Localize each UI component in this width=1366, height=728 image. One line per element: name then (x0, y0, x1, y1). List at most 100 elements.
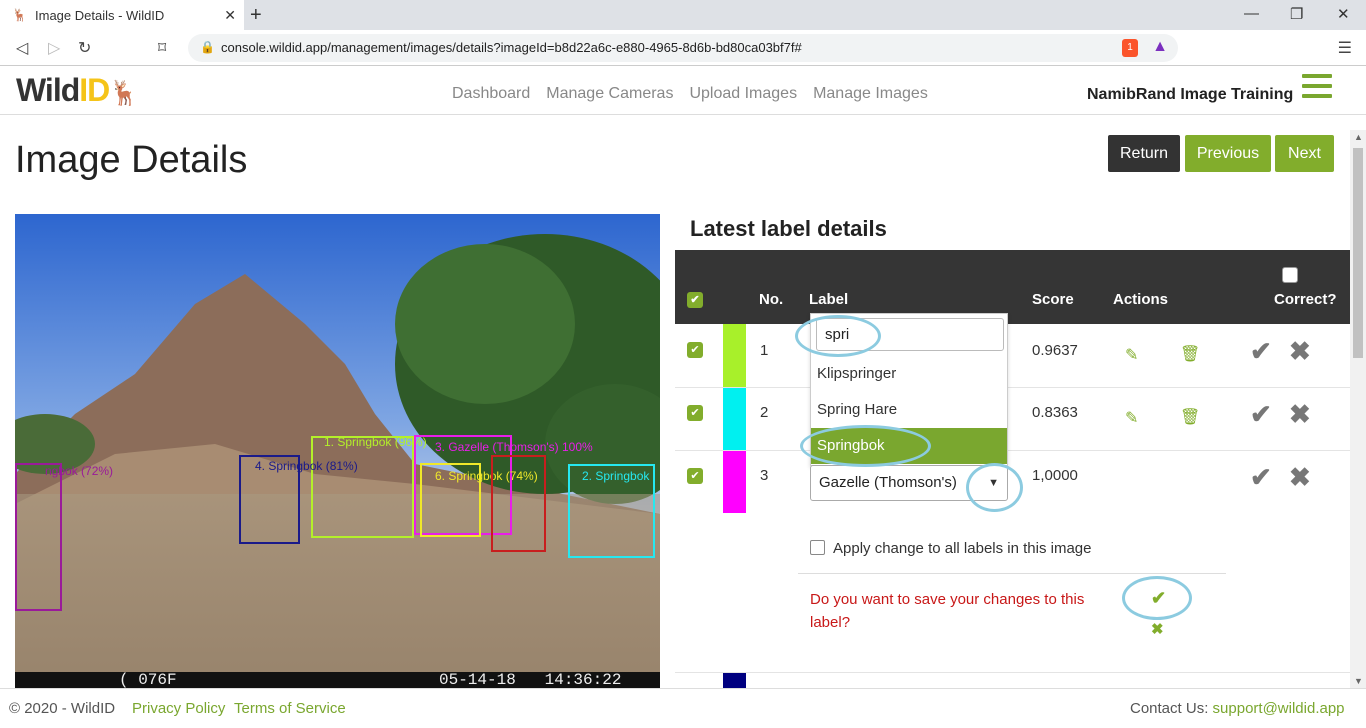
highlight-search (795, 315, 881, 357)
camera-trap-image[interactable]: 1. Springbok (96%) 2. Springbok 3. Gazel… (15, 214, 660, 688)
address-bar: ◁ ▷ ↻ ⌑ 🔒 console.wildid.app/management/… (0, 30, 1366, 66)
table-row: ✔ 1 0.9637 ✎ 🗑 ✔ ✖ (675, 324, 1350, 388)
copyright: © 2020 - WildID (9, 700, 116, 717)
bbox-1[interactable] (311, 436, 414, 538)
row-number: 2 (760, 404, 769, 421)
bbox-2-label: 2. Springbok (582, 469, 650, 483)
delete-icon[interactable]: 🗑 (1180, 344, 1200, 364)
forward-icon[interactable]: ▷ (48, 38, 60, 58)
cancel-save-x-icon[interactable]: ✖ (1151, 620, 1164, 638)
nav-dashboard[interactable]: Dashboard (452, 85, 530, 103)
divider (798, 573, 1226, 574)
col-score: Score (1032, 291, 1074, 308)
label-option-spring-hare[interactable]: Spring Hare (811, 392, 1007, 428)
logo-wild: Wild (16, 72, 80, 108)
edit-icon[interactable]: ✎ (1125, 408, 1138, 428)
app-header: WildID🦌 Dashboard Manage Cameras Upload … (0, 66, 1366, 115)
browser-tab-bar: 🦌 Image Details - WildID ✕ + — ❐ ✕ (0, 0, 1366, 30)
nav-manage-cameras[interactable]: Manage Cameras (546, 85, 673, 103)
nav-manage-images[interactable]: Manage Images (813, 85, 928, 103)
antelope-logo-icon: 🦌 (109, 80, 139, 107)
page-scrollbar[interactable]: ▲ ▼ (1350, 130, 1366, 688)
confirm-save-check-icon[interactable]: ✔ (1151, 588, 1166, 609)
label-option-klipspringer[interactable]: Klipspringer (811, 356, 1007, 392)
edit-icon[interactable]: ✎ (1125, 345, 1138, 365)
browser-tab-active[interactable]: 🦌 Image Details - WildID ✕ (0, 0, 244, 30)
row-score: 0.9637 (1032, 342, 1078, 359)
correct-check-icon[interactable]: ✔ (1250, 399, 1272, 430)
select-all-checkbox[interactable]: ✔ (687, 292, 703, 308)
browser-menu-icon[interactable]: ☰ (1338, 38, 1352, 58)
reload-icon[interactable]: ↻ (78, 38, 91, 58)
url-text: console.wildid.app/management/images/det… (221, 40, 802, 55)
page-title: Image Details (15, 139, 248, 181)
contact-label: Contact Us: (1130, 700, 1209, 717)
return-button[interactable]: Return (1108, 135, 1180, 172)
incorrect-x-icon[interactable]: ✖ (1289, 336, 1311, 367)
previous-button[interactable]: Previous (1185, 135, 1271, 172)
highlight-springbok (800, 425, 931, 467)
correct-all-checkbox[interactable] (1282, 267, 1298, 283)
brave-rewards-icon[interactable]: ▲ (1152, 38, 1168, 56)
main-nav: Dashboard Manage Cameras Upload Images M… (452, 85, 928, 103)
label-select-value: Gazelle (Thomson's) (819, 474, 957, 491)
timestamp-datetime: 05-14-18 14:36:22 (439, 671, 622, 688)
wildid-favicon-icon: 🦌 (12, 8, 27, 22)
bbox-4-label: 4. Springbok (81%) (255, 459, 358, 473)
scroll-down-icon[interactable]: ▼ (1354, 676, 1363, 686)
row-color-swatch (723, 451, 746, 513)
tab-title: Image Details - WildID (35, 7, 165, 23)
nav-upload-images[interactable]: Upload Images (689, 85, 797, 103)
page-footer: © 2020 - WildID Privacy Policy Terms of … (0, 688, 1366, 728)
organization-name[interactable]: NamibRand Image Training (1087, 86, 1293, 104)
wildid-logo[interactable]: WildID🦌 (16, 72, 139, 109)
url-field[interactable]: 🔒 console.wildid.app/management/images/d… (188, 34, 1178, 62)
col-no: No. (759, 291, 784, 308)
bbox-7[interactable] (491, 455, 546, 552)
new-tab-icon[interactable]: + (250, 4, 262, 27)
table-row: ✔ 2 0.8363 ✎ 🗑 ✔ ✖ (675, 388, 1350, 451)
table-header: ✔ No. Label Score Actions Correct? (675, 250, 1350, 324)
minimize-icon[interactable]: — (1244, 5, 1259, 22)
scroll-up-icon[interactable]: ▲ (1354, 132, 1363, 142)
terms-of-service-link[interactable]: Terms of Service (234, 700, 346, 717)
row-color-swatch (723, 388, 746, 450)
lock-icon: 🔒 (200, 40, 215, 54)
row-color-swatch (723, 324, 746, 387)
window-close-icon[interactable]: ✕ (1337, 5, 1350, 23)
correct-check-icon[interactable]: ✔ (1250, 462, 1272, 493)
maximize-icon[interactable]: ❐ (1290, 5, 1303, 23)
row-score: 1,0000 (1032, 467, 1078, 484)
correct-check-icon[interactable]: ✔ (1250, 336, 1272, 367)
contact-email-link[interactable]: support@wildid.app (1213, 700, 1345, 717)
logo-id: ID (79, 72, 110, 108)
highlight-select-arrow (966, 463, 1023, 512)
scrollbar-thumb[interactable] (1353, 148, 1363, 358)
col-actions: Actions (1113, 291, 1169, 308)
apply-all-label: Apply change to all labels in this image (833, 540, 1092, 557)
contact-us: Contact Us: support@wildid.app (1130, 700, 1345, 717)
hamburger-menu-icon[interactable] (1302, 74, 1332, 104)
incorrect-x-icon[interactable]: ✖ (1289, 462, 1311, 493)
next-button[interactable]: Next (1275, 135, 1334, 172)
row-checkbox[interactable]: ✔ (687, 405, 703, 421)
back-icon[interactable]: ◁ (16, 38, 28, 58)
row-number: 3 (760, 467, 769, 484)
save-prompt: Do you want to save your changes to this… (810, 591, 1085, 631)
row-checkbox[interactable]: ✔ (687, 342, 703, 358)
row-checkbox[interactable]: ✔ (687, 468, 703, 484)
incorrect-x-icon[interactable]: ✖ (1289, 399, 1311, 430)
brave-shield-icon[interactable]: 1 (1122, 39, 1138, 57)
privacy-policy-link[interactable]: Privacy Policy (132, 700, 225, 717)
apply-all-option[interactable]: Apply change to all labels in this image (810, 540, 1092, 557)
label-details-title: Latest label details (690, 216, 887, 241)
bbox-3-label: 3. Gazelle (Thomson's) 100% (435, 440, 593, 454)
delete-icon[interactable]: 🗑 (1180, 407, 1200, 427)
col-label: Label (809, 291, 849, 308)
close-tab-icon[interactable]: ✕ (224, 7, 236, 24)
bookmark-icon[interactable]: ⌑ (158, 38, 166, 58)
bbox-1-label: 1. Springbok (96%) (324, 435, 427, 449)
bbox-5[interactable] (15, 463, 62, 611)
row-score: 0.8363 (1032, 404, 1078, 421)
apply-all-checkbox[interactable] (810, 540, 825, 555)
